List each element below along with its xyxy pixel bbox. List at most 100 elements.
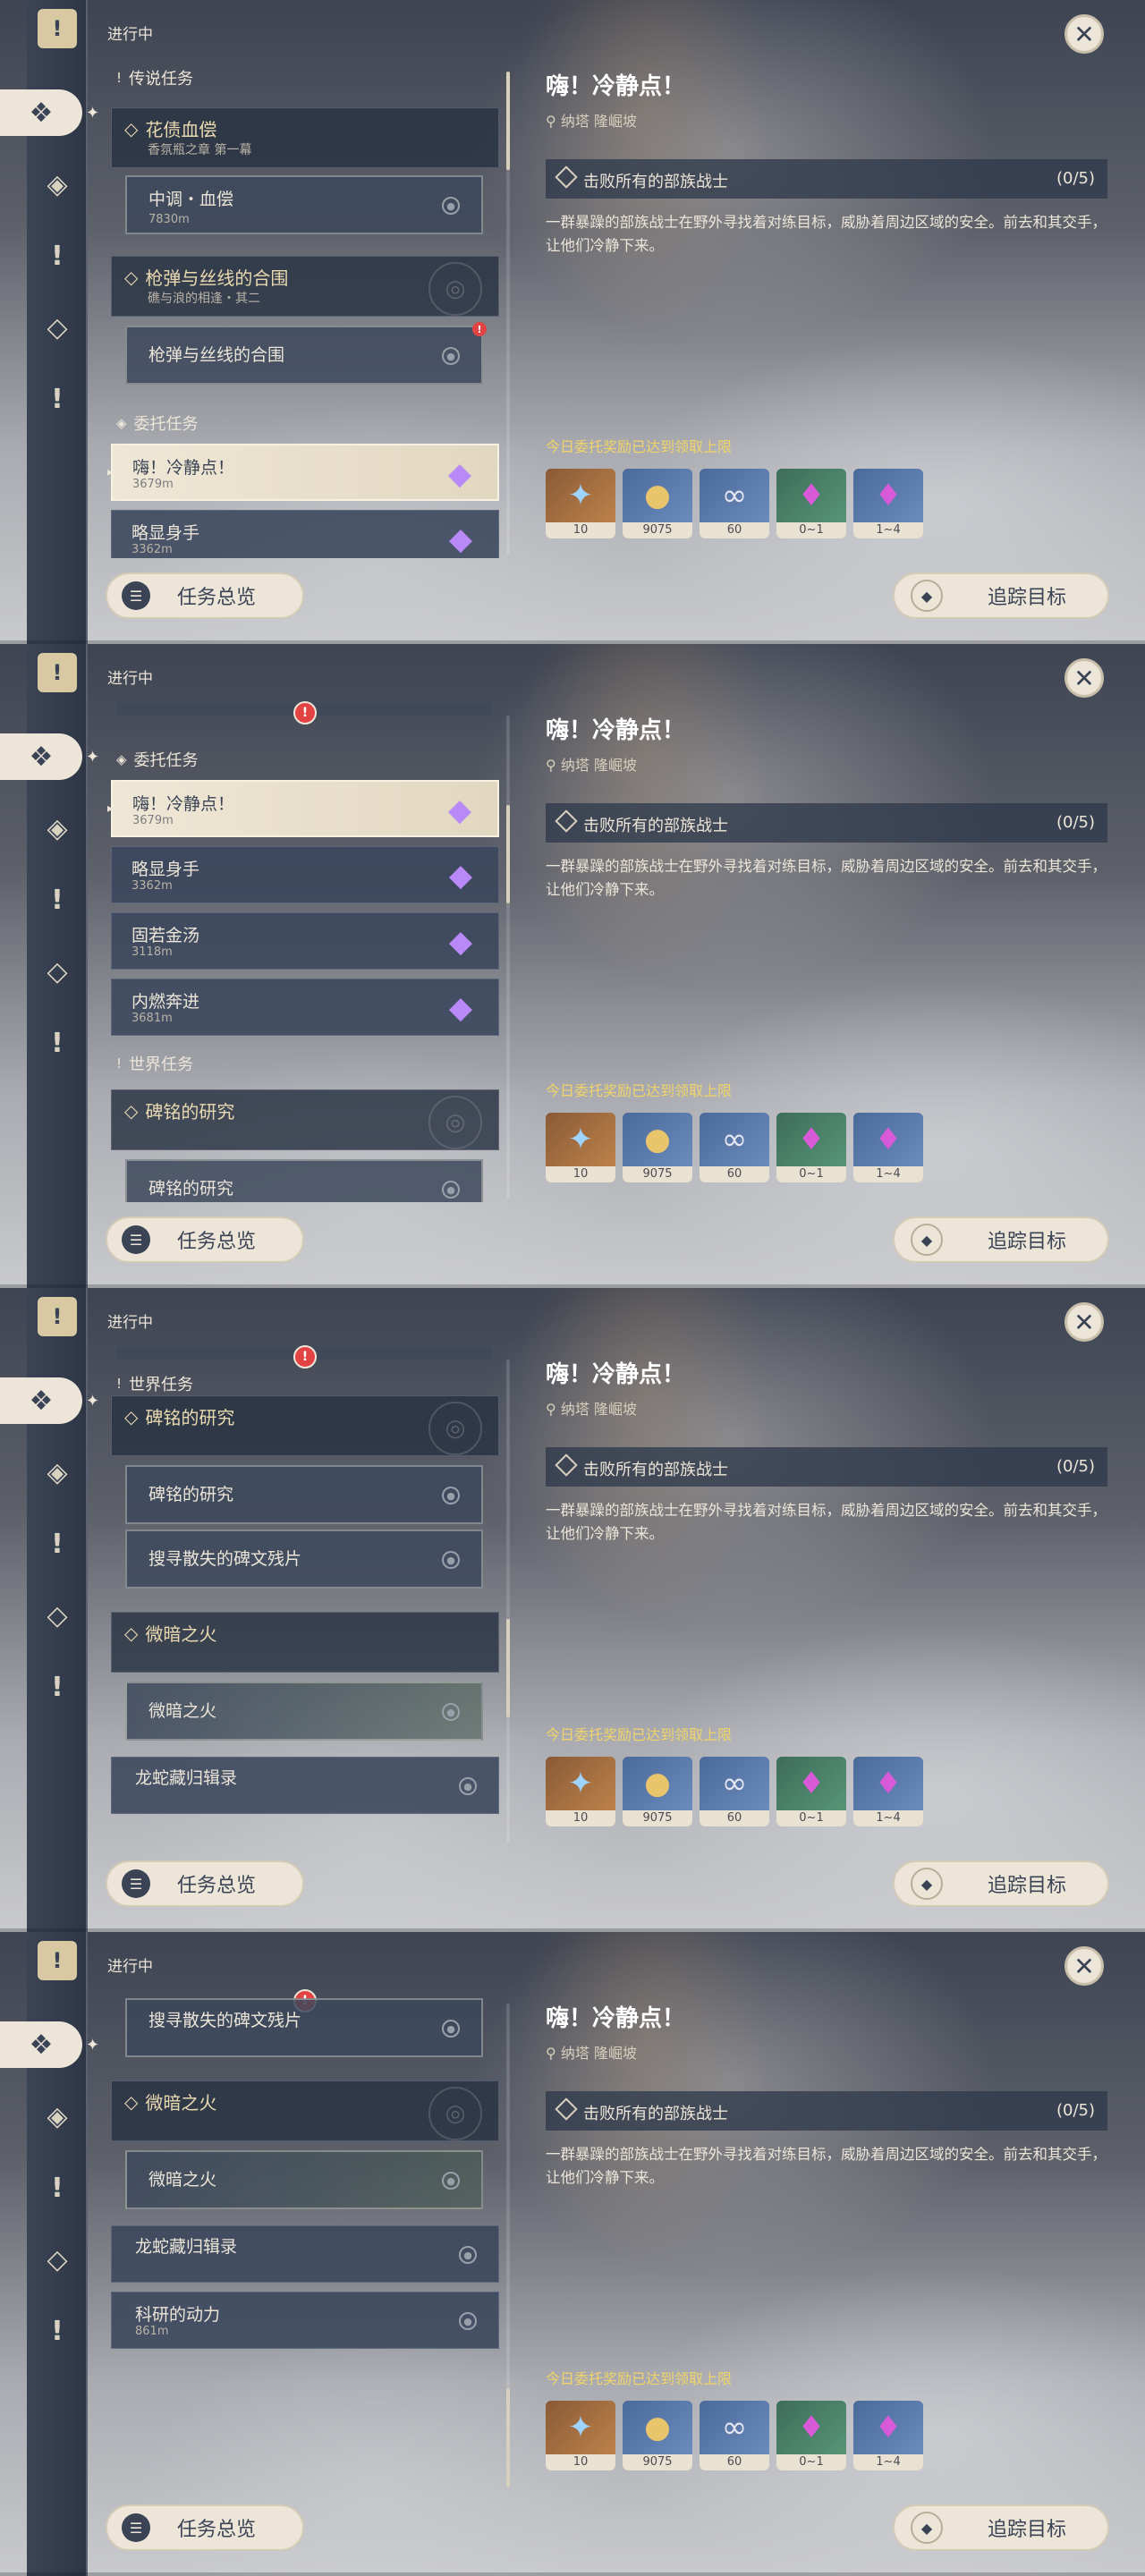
reward-item[interactable]: ♦ 1~4 [853,1113,923,1182]
quest-step[interactable]: 碑铭的研究 ● [125,1465,483,1524]
quest-step[interactable]: 微暗之火 ● [125,1682,483,1741]
quest-step[interactable]: 中调・血偿 7830m ● [125,175,483,234]
commission-item[interactable]: 略显身手 3362m ◆ [111,510,499,558]
archon-quest-banner-icon[interactable]: ! [38,1297,77,1336]
quest-list[interactable]: ! 传说任务 ◇ 花债血偿 香氛瓶之章 第一幕 中调・血偿 7830m ● ◇ 枪弹与… [107,57,506,558]
scrollbar[interactable] [506,2004,510,2487]
commission-icon[interactable]: ❖ [0,733,82,780]
track-objective-button[interactable]: ◆ 追踪目标 [893,572,1109,619]
reward-item[interactable]: ∞ 60 [700,2401,769,2470]
scroll-thumb[interactable] [506,805,510,903]
location-pin-icon[interactable]: ● [442,1703,460,1721]
quest-step[interactable]: 碑铭的研究 ● [125,1159,483,1202]
quest-step[interactable]: 搜寻散失的碑文残片 ● [125,1998,483,2057]
world-quest-item[interactable]: 科研的动力 861m ● [111,2292,499,2349]
quest-step[interactable]: 枪弹与丝线的合围 ● ! [125,322,487,385]
reward-item[interactable]: ♦ 0~1 [776,1757,846,1826]
world-quest-icon[interactable]: ! [34,1521,81,1567]
quest-overview-button[interactable]: ☰ 任务总览 [106,572,304,619]
reward-item[interactable]: ● 9075 [623,469,692,538]
location-pin-icon[interactable]: ● [459,2246,477,2264]
archon-quest-banner-icon[interactable]: ! [38,653,77,692]
reward-item[interactable]: ✦ 10 [546,1113,615,1182]
event-quest-icon[interactable]: ◇ [34,304,81,351]
quest-world-2[interactable]: ◇ 微暗之火 ◎ [111,2080,499,2141]
location-pin-icon[interactable]: ● [442,1181,460,1199]
event-quest-icon[interactable]: ◇ [34,2236,81,2283]
request-icon[interactable]: ! [34,1020,81,1066]
story-quest-icon[interactable]: ◈ [34,2093,81,2140]
archon-quest-banner-icon[interactable]: ! [38,1941,77,1980]
world-quest-icon[interactable]: ! [34,233,81,279]
archon-quest-banner-icon[interactable]: ! [38,9,77,48]
location-pin-icon[interactable]: ● [442,2020,460,2038]
close-button[interactable]: ✕ [1064,14,1104,54]
location-pin-icon[interactable]: ● [442,1487,460,1504]
world-quest-item[interactable]: 龙蛇藏归辑录 ● [111,2225,499,2283]
close-button[interactable]: ✕ [1064,1302,1104,1342]
reward-item[interactable]: ♦ 0~1 [776,2401,846,2470]
story-quest-icon[interactable]: ◈ [34,161,81,208]
track-objective-button[interactable]: ◆ 追踪目标 [893,1860,1109,1907]
commission-item-selected[interactable]: ▶ 嗨！冷静点！ 3679m ◆ [107,780,499,837]
quest-legend-1[interactable]: ◇ 花债血偿 香氛瓶之章 第一幕 [111,107,499,168]
track-objective-button[interactable]: ◆ 追踪目标 [893,2504,1109,2551]
quest-world-1[interactable]: ◇ 碑铭的研究 ◎ [111,1395,499,1456]
reward-item[interactable]: ✦ 10 [546,1757,615,1826]
world-quest-icon[interactable]: ! [34,2165,81,2211]
commission-icon[interactable]: ❖ [0,2021,82,2068]
scroll-thumb[interactable] [506,1619,510,1717]
location-pin-icon[interactable]: ● [442,2172,460,2190]
quest-list[interactable]: ! ! 世界任务 ◇ 碑铭的研究 ◎ 碑铭的研究 ● 搜寻散失的碑文残片 ● ◇ 微暗… [107,1345,506,1846]
scrollbar[interactable] [506,1360,510,1843]
reward-item[interactable]: ✦ 10 [546,469,615,538]
scroll-thumb[interactable] [506,2388,510,2487]
reward-item[interactable]: ● 9075 [623,1113,692,1182]
quest-list[interactable]: ! 搜寻散失的碑文残片 ● ◇微暗之火 ◎ 微暗之火 ● 龙蛇藏归辑录 ● 科研… [107,1989,506,2490]
request-icon[interactable]: ! [34,1664,81,1710]
quest-overview-button[interactable]: ☰ 任务总览 [106,1860,304,1907]
close-button[interactable]: ✕ [1064,658,1104,698]
close-button[interactable]: ✕ [1064,1946,1104,1986]
world-quest-icon[interactable]: ! [34,877,81,923]
scroll-thumb[interactable] [506,72,510,170]
reward-item[interactable]: ∞ 60 [700,1757,769,1826]
reward-item[interactable]: ● 9075 [623,1757,692,1826]
commission-icon[interactable]: ❖ [0,1377,82,1424]
location-pin-icon[interactable]: ● [442,197,460,215]
quest-list[interactable]: ! ◈ 委托任务 ▶ 嗨！冷静点！ 3679m ◆ 略显身手 3362m ◆ 固若… [107,701,506,1202]
quest-step[interactable]: 搜寻散失的碑文残片 ● [125,1530,483,1589]
reward-item[interactable]: ∞ 60 [700,1113,769,1182]
commission-icon[interactable]: ❖ [0,89,82,136]
reward-item[interactable]: ✦ 10 [546,2401,615,2470]
commission-item-selected[interactable]: ▶ 嗨！冷静点！ 3679m ◆ [107,444,499,501]
story-quest-icon[interactable]: ◈ [34,805,81,852]
reward-item[interactable]: ♦ 1~4 [853,469,923,538]
quest-step[interactable]: 微暗之火 ● [125,2150,483,2209]
quest-overview-button[interactable]: ☰ 任务总览 [106,2504,304,2551]
reward-item[interactable]: ∞ 60 [700,469,769,538]
event-quest-icon[interactable]: ◇ [34,948,81,995]
reward-item[interactable]: ♦ 0~1 [776,469,846,538]
commission-item[interactable]: 固若金汤 3118m ◆ [111,912,499,970]
scrollbar[interactable] [506,716,510,1199]
world-quest-item[interactable]: 龙蛇藏归辑录 ● [111,1757,499,1814]
commission-item[interactable]: 内燃奔进 3681m ◆ [111,979,499,1036]
quest-legend-2[interactable]: ◇ 枪弹与丝线的合围 礁与浪的相逢・其二 ◎ [111,256,499,317]
scrollbar[interactable] [506,72,510,555]
location-pin-icon[interactable]: ● [442,1551,460,1569]
location-pin-icon[interactable]: ● [459,1777,477,1795]
quest-world-1[interactable]: ◇ 碑铭的研究 ◎ [111,1089,499,1150]
reward-item[interactable]: ♦ 1~4 [853,1757,923,1826]
quest-world-2[interactable]: ◇ 微暗之火 [111,1612,499,1673]
commission-item[interactable]: 略显身手 3362m ◆ [111,846,499,903]
reward-item[interactable]: ● 9075 [623,2401,692,2470]
event-quest-icon[interactable]: ◇ [34,1592,81,1639]
reward-item[interactable]: ♦ 0~1 [776,1113,846,1182]
reward-item[interactable]: ♦ 1~4 [853,2401,923,2470]
request-icon[interactable]: ! [34,2308,81,2354]
location-pin-icon[interactable]: ● [459,2312,477,2330]
story-quest-icon[interactable]: ◈ [34,1449,81,1496]
track-objective-button[interactable]: ◆ 追踪目标 [893,1216,1109,1263]
request-icon[interactable]: ! [34,376,81,422]
